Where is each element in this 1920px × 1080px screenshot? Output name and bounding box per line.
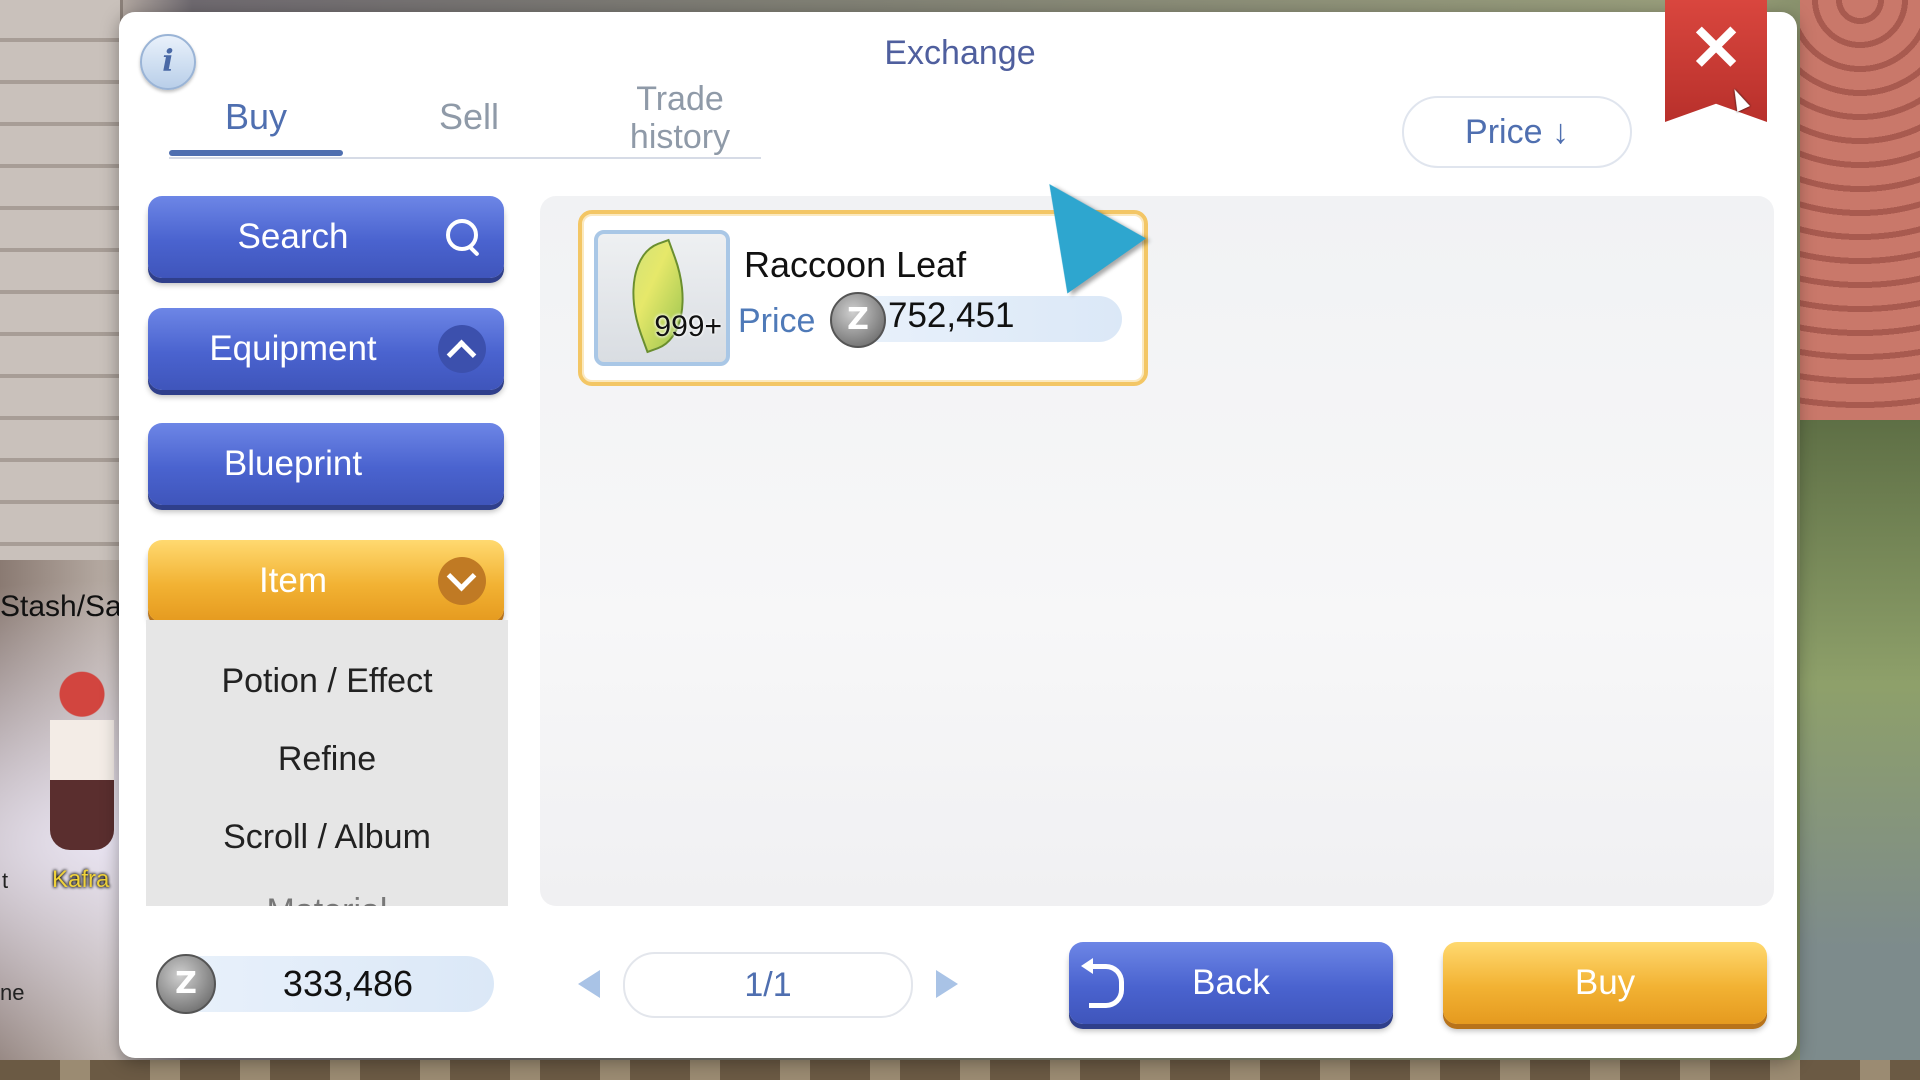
search-button[interactable]: Search — [148, 196, 504, 278]
close-icon: ✕ — [1689, 12, 1743, 84]
chevron-up-icon[interactable] — [438, 325, 486, 373]
background-street — [0, 1060, 1920, 1080]
item-price: 752,451 — [888, 296, 1015, 335]
back-button[interactable]: Back — [1069, 942, 1393, 1024]
submenu-material[interactable]: Material — [146, 892, 508, 906]
edge-text-1: t — [2, 868, 9, 893]
item-label: Item — [258, 561, 328, 600]
close-button[interactable]: ✕ — [1665, 0, 1767, 122]
buy-button[interactable]: Buy — [1443, 942, 1767, 1024]
submenu-refine[interactable]: Refine — [146, 740, 508, 779]
page-indicator: 1/1 — [623, 952, 913, 1018]
tab-trade-history[interactable]: Trade history — [600, 80, 760, 156]
chevron-down-icon[interactable] — [438, 557, 486, 605]
search-icon — [446, 219, 478, 251]
next-page-icon[interactable] — [936, 970, 958, 998]
zeny-coin-icon: Z — [830, 292, 886, 348]
tabs-divider — [169, 157, 761, 159]
tab-buy-indicator — [169, 150, 343, 156]
kafra-npc[interactable] — [50, 660, 114, 850]
back-arrow-icon — [1081, 958, 1124, 1008]
tab-buy[interactable]: Buy — [169, 96, 343, 138]
blueprint-category-button[interactable]: Blueprint — [148, 423, 504, 505]
background-tower — [0, 0, 123, 560]
edge-text-2: ne — [0, 980, 25, 1005]
item-category-button[interactable]: Item — [148, 540, 504, 622]
blueprint-label: Blueprint — [223, 444, 363, 483]
submenu-potion-effect[interactable]: Potion / Effect — [146, 662, 508, 701]
prev-page-icon[interactable] — [578, 970, 600, 998]
price-label: Price — [738, 302, 816, 340]
tab-sell[interactable]: Sell — [394, 96, 544, 138]
equipment-category-button[interactable]: Equipment — [148, 308, 504, 390]
background-ground — [1800, 420, 1920, 1080]
npc-name-label: Kafra — [52, 866, 110, 893]
equipment-label: Equipment — [209, 329, 377, 368]
back-button-label: Back — [1192, 963, 1270, 1002]
npc-stash-label: Stash/Sa — [0, 590, 122, 623]
buy-button-label: Buy — [1574, 963, 1636, 1002]
dialog-title: Exchange — [884, 34, 1036, 72]
item-submenu: Potion / Effect Refine Scroll / Album Ma… — [146, 620, 508, 906]
search-button-label: Search — [237, 217, 349, 256]
price-sort-button[interactable]: Price ↓ — [1402, 96, 1632, 168]
item-quantity: 999+ — [654, 310, 722, 343]
zeny-balance: 333,486 — [282, 963, 414, 1004]
submenu-scroll-album[interactable]: Scroll / Album — [146, 818, 508, 857]
item-name: Raccoon Leaf — [744, 244, 967, 285]
